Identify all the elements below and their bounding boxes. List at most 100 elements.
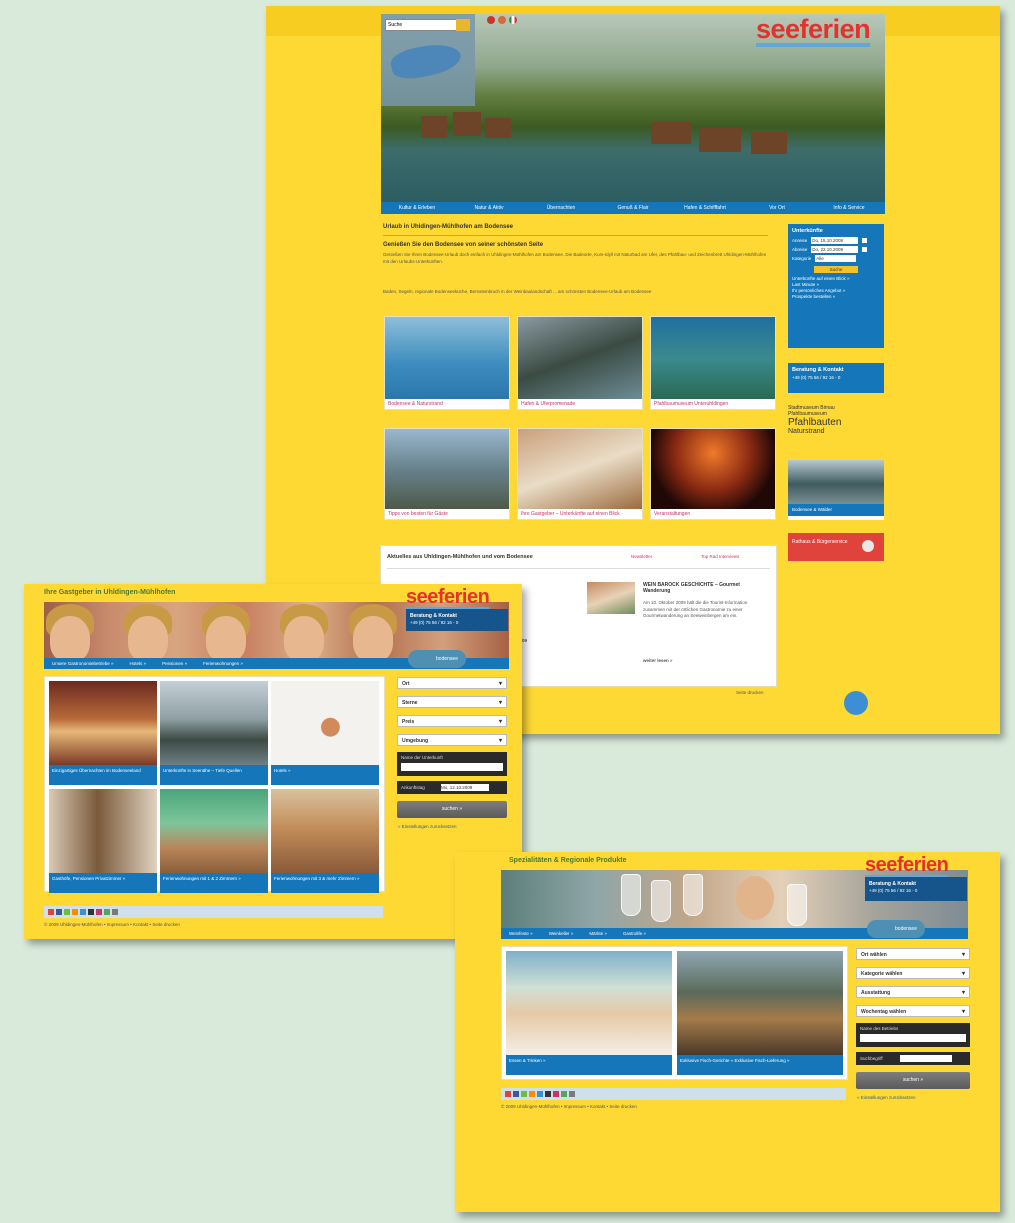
name-input[interactable] xyxy=(401,763,503,771)
nav-item[interactable]: Vor Ort xyxy=(741,202,813,214)
read-more-link[interactable]: weiter lesen » xyxy=(643,658,673,663)
social-icon[interactable] xyxy=(64,909,70,915)
teaser-tile[interactable]: Hafen & Uferpromenade xyxy=(517,316,643,410)
contact-box[interactable]: Beratung & Kontakt +49 (0) 75 56 / 92 16… xyxy=(406,609,508,631)
search-button[interactable]: suchen » xyxy=(856,1072,970,1089)
calendar-icon[interactable] xyxy=(862,238,868,243)
surroundings-dropdown[interactable]: Umgebung xyxy=(397,734,507,747)
teaser-tile[interactable]: Ihre Gastgeber – Unterkünfte auf einen B… xyxy=(517,428,643,520)
contact-box[interactable]: Beratung & Kontakt +49 (0) 75 56 / 92 16… xyxy=(788,363,884,393)
nav-item[interactable]: Märkte » xyxy=(581,928,615,939)
contact-box[interactable]: Beratung & Kontakt +49 (0) 75 56 / 92 16… xyxy=(865,877,967,901)
social-icon[interactable] xyxy=(56,909,62,915)
social-icon[interactable] xyxy=(104,909,110,915)
nav-item[interactable]: Ferienwohnungen » xyxy=(195,658,251,669)
location-dropdown[interactable]: Ort xyxy=(397,677,507,690)
nav-item[interactable]: Genuß & Flair xyxy=(597,202,669,214)
category-row: Kategorie Alle xyxy=(788,254,884,263)
name-input[interactable] xyxy=(860,1034,966,1042)
teaser-tile[interactable]: Veranstaltungen xyxy=(650,428,776,520)
reset-filters-link[interactable]: » Einstellungen zurücksetzen xyxy=(398,824,457,829)
social-icon[interactable] xyxy=(553,1091,559,1097)
seeferien-logo[interactable]: seeferien xyxy=(756,14,871,47)
box-link[interactable]: Prospekte bestellen » xyxy=(788,294,884,300)
footer-text: © 2009 Uhldingen-Mühlhofen • Impressum •… xyxy=(44,922,180,927)
divider xyxy=(387,568,770,569)
social-icon[interactable] xyxy=(112,909,118,915)
flag-it-icon[interactable] xyxy=(509,16,517,24)
equipment-dropdown[interactable]: Ausstattung xyxy=(856,986,970,999)
seeferien-logo[interactable]: seeferien xyxy=(865,854,949,879)
social-icon[interactable] xyxy=(80,909,86,915)
bodensee-badge[interactable]: bodensee xyxy=(408,650,466,668)
newsletter-link[interactable]: Newsletter xyxy=(631,554,652,559)
search-submit-button[interactable]: Suche xyxy=(814,266,858,273)
category-tile[interactable]: Einzigartiges Übernachten im Bodenseelan… xyxy=(49,681,157,785)
social-icon[interactable] xyxy=(72,909,78,915)
search-button[interactable]: suchen » xyxy=(397,801,507,818)
social-icon[interactable] xyxy=(96,909,102,915)
specialty-tile[interactable]: Exklusive Fisch-Gerichte » Exklusive Fis… xyxy=(677,951,843,1075)
keyword-select[interactable] xyxy=(900,1055,952,1062)
category-tile[interactable]: Hotels » xyxy=(271,681,379,785)
price-dropdown[interactable]: Preis xyxy=(397,715,507,728)
social-icon[interactable] xyxy=(88,909,94,915)
nav-item[interactable]: Unsere Gastronomiebetriebe » xyxy=(44,658,122,669)
social-icon[interactable] xyxy=(505,1091,511,1097)
specialties-grid: Essen & Trinken » Exklusive Fisch-Gerich… xyxy=(501,946,848,1080)
category-tile[interactable]: Ferienwohnungen mit 3 & mehr Zimmern » xyxy=(271,789,379,893)
citizen-service-button[interactable]: Rathaus & Bürgerservice xyxy=(788,533,884,561)
specialty-tile[interactable]: Essen & Trinken » xyxy=(506,951,672,1075)
social-icon[interactable] xyxy=(545,1091,551,1097)
seeferien-logo[interactable]: seeferien xyxy=(406,586,490,611)
news-thumbnail[interactable] xyxy=(587,582,635,614)
social-icon[interactable] xyxy=(569,1091,575,1097)
reset-filters-link[interactable]: » Einstellungen zurücksetzen xyxy=(857,1095,916,1100)
category-select[interactable]: Alle xyxy=(815,255,857,262)
promo-card[interactable]: Bodensee & Wälder xyxy=(788,460,884,520)
flag-gb-icon[interactable] xyxy=(498,16,506,24)
nav-item[interactable]: Info & Service xyxy=(813,202,885,214)
lake-map-icon[interactable] xyxy=(388,39,464,83)
nav-item[interactable]: Hotels » xyxy=(122,658,155,669)
nav-item[interactable]: Übernachten xyxy=(525,202,597,214)
teaser-tile[interactable]: Bodensee & Naturstrand xyxy=(384,316,510,410)
social-icon[interactable] xyxy=(48,909,54,915)
bodensee-circle-logo-icon[interactable] xyxy=(844,691,868,715)
category-tile[interactable]: Unterkünfte in Seenähe – Tiefe Quellen xyxy=(160,681,268,785)
nav-item[interactable]: Pensionen » xyxy=(154,658,195,669)
nav-item[interactable]: Kultur & Erleben xyxy=(381,202,453,214)
teaser-tile[interactable]: Pfahlbaumuseum Unteruhldingen xyxy=(650,316,776,410)
social-icon[interactable] xyxy=(537,1091,543,1097)
weekday-dropdown[interactable]: Wochentag wählen xyxy=(856,1005,970,1018)
stars-dropdown[interactable]: Sterne xyxy=(397,696,507,709)
category-tile[interactable]: Ferienwohnungen mit 1 & 2 Zimmern » xyxy=(160,789,268,893)
teaser-tile[interactable]: Tipps von besten für Gäste xyxy=(384,428,510,520)
nav-item[interactable]: Gastrolife » xyxy=(615,928,654,939)
social-icon[interactable] xyxy=(521,1091,527,1097)
bodensee-badge[interactable]: bodensee xyxy=(867,920,925,938)
departure-input[interactable]: Do, 22.10.2009 xyxy=(811,246,859,253)
social-icon[interactable] xyxy=(513,1091,519,1097)
nav-item[interactable]: Weinfeste » xyxy=(501,928,541,939)
news-link[interactable]: Top Rad Interviews xyxy=(701,554,739,559)
print-link[interactable]: Seite drucken xyxy=(736,690,764,695)
social-icon[interactable] xyxy=(561,1091,567,1097)
flag-de-icon[interactable] xyxy=(487,16,495,24)
name-search-box: Name der Unterkunft xyxy=(397,752,507,776)
search-button[interactable] xyxy=(456,19,470,31)
date-select[interactable]: Mo, 12.10.2009 xyxy=(441,784,489,791)
search-input[interactable]: Suche xyxy=(385,19,457,31)
news-item-title[interactable]: WEIN BAROCK GESCHICHTE – Gourmet Wanderu… xyxy=(643,582,768,594)
nav-item[interactable]: Hafen & Schifffahrt xyxy=(669,202,741,214)
arrival-input[interactable]: Do, 15.10.2009 xyxy=(811,237,859,244)
tile-caption: Gasthöfe, Pensionen Privatzimmer » xyxy=(49,873,157,893)
intro-paragraph-2: Baden, Segeln, regionale Bodenseeküche, … xyxy=(383,289,652,294)
social-icon[interactable] xyxy=(529,1091,535,1097)
nav-item[interactable]: Weinkeller » xyxy=(541,928,582,939)
calendar-icon[interactable] xyxy=(862,247,868,252)
category-tile[interactable]: Gasthöfe, Pensionen Privatzimmer » xyxy=(49,789,157,893)
category-dropdown[interactable]: Kategorie wählen xyxy=(856,967,970,980)
nav-item[interactable]: Natur & Aktiv xyxy=(453,202,525,214)
location-dropdown[interactable]: Ort wählen xyxy=(856,948,970,961)
